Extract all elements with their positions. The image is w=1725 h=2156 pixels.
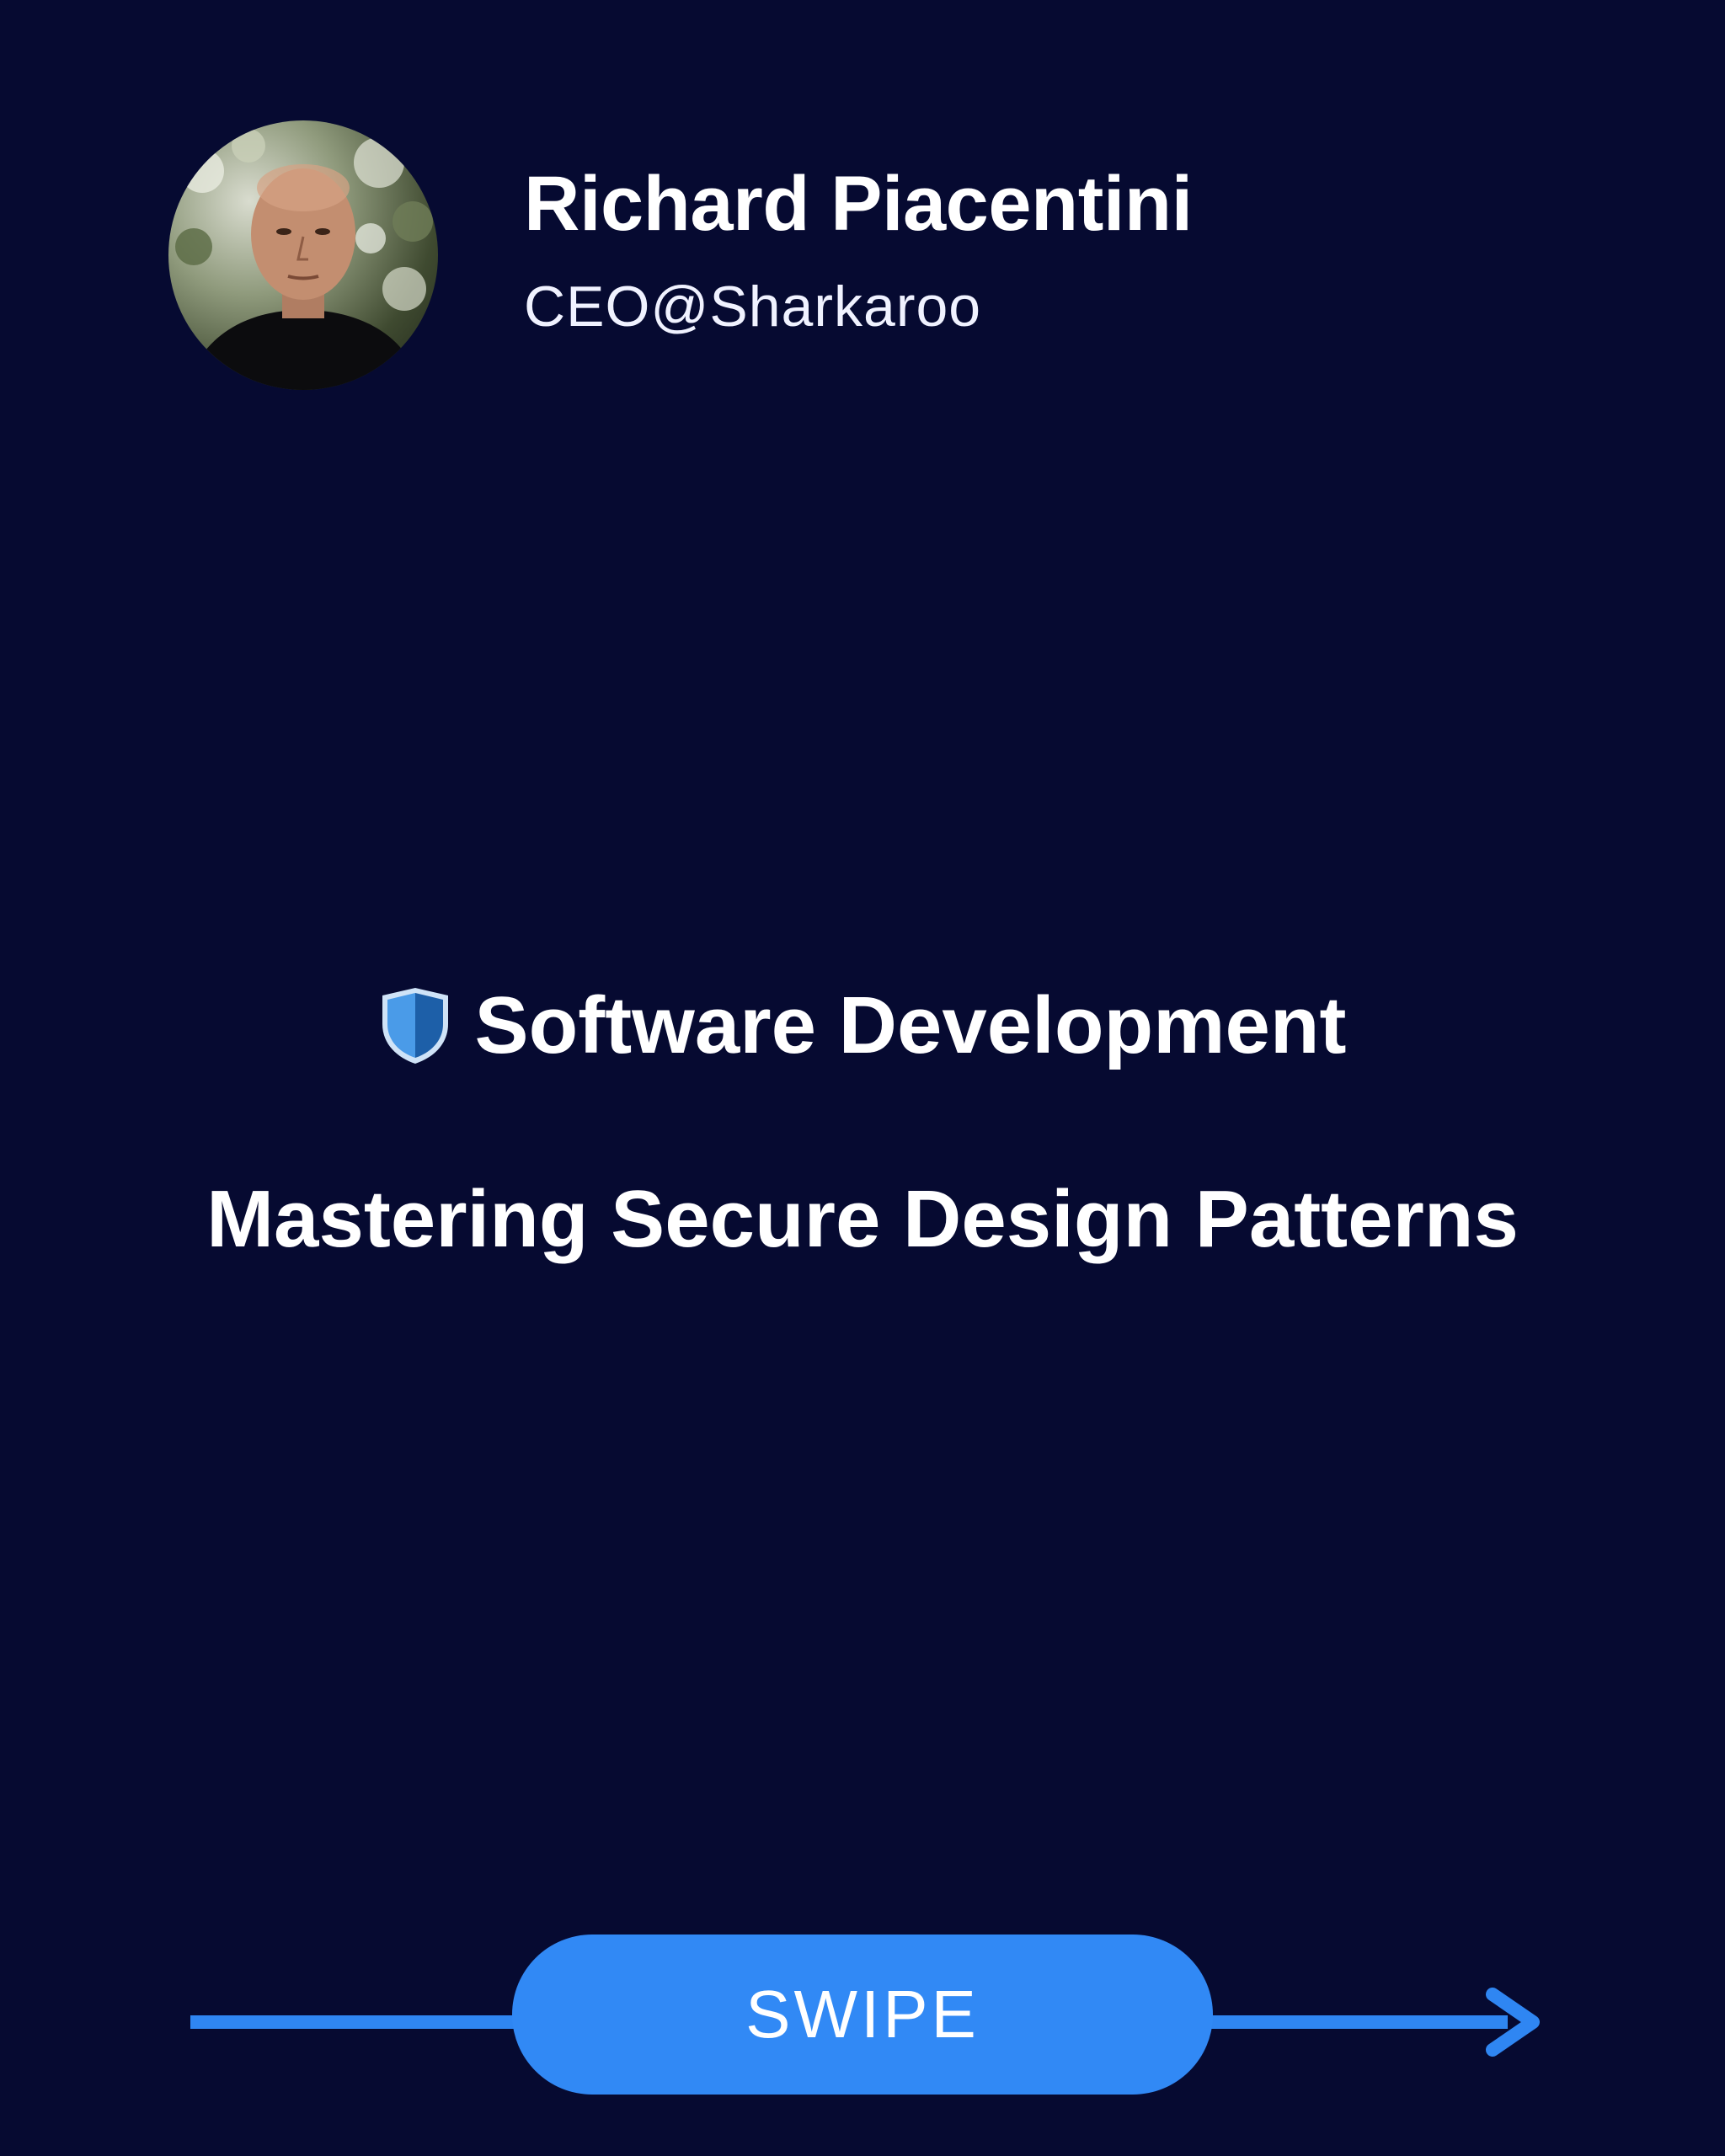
- arrow-right-icon: [1486, 1988, 1540, 2057]
- post-title: Mastering Secure Design Patterns: [206, 1174, 1519, 1264]
- carousel-slide: Richard Piacentini CEO@Sharkaroo Softwar…: [0, 0, 1725, 2156]
- author-role: CEO@Sharkaroo: [524, 275, 982, 339]
- profile-photo: [175, 129, 433, 390]
- shield-icon: [382, 988, 448, 1064]
- swipe-line-right: [1204, 2015, 1508, 2029]
- category-label: Software Development: [474, 980, 1347, 1070]
- author-name: Richard Piacentini: [524, 161, 1193, 247]
- swipe-line-left: [190, 2015, 519, 2029]
- swipe-label: SWIPE: [745, 1977, 980, 2052]
- category-heading: Software Development: [0, 985, 1725, 1066]
- swipe-button[interactable]: SWIPE: [512, 1935, 1213, 2095]
- avatar: [168, 120, 438, 390]
